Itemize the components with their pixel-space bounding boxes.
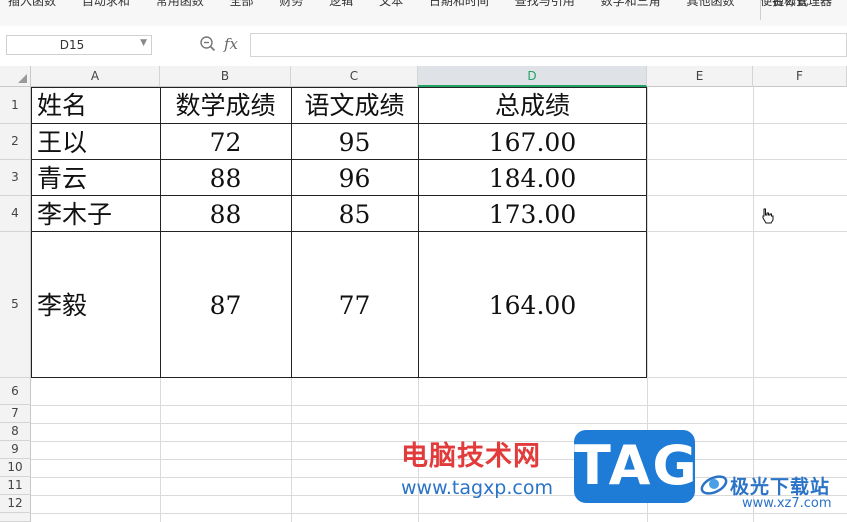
cell-d1[interactable]: 总成绩 [418, 87, 647, 123]
ribbon-all[interactable]: 全部 [230, 0, 254, 9]
cell-a1[interactable]: 姓名 [31, 87, 160, 123]
row-header-8[interactable]: 8 [0, 423, 31, 441]
column-header-c[interactable]: C [291, 66, 418, 87]
cell-a5[interactable]: 李毅 [31, 232, 160, 377]
cell-a2[interactable]: 王以 [31, 124, 160, 159]
ribbon-autosum[interactable]: 自动求和 [82, 0, 130, 9]
row-header-12[interactable]: 12 [0, 495, 31, 513]
row-header-7[interactable]: 7 [0, 405, 31, 423]
column-header-e[interactable]: E [647, 66, 753, 87]
grid-line [647, 377, 847, 378]
formula-input[interactable] [250, 33, 847, 57]
cell-c2[interactable]: 95 [291, 124, 418, 159]
grid-line [647, 231, 847, 232]
grid-line [31, 405, 847, 406]
ribbon-items: 插入函数 自动求和 常用函数 全部 财务 逻辑 文本 日期和时间 查找与引用 数… [8, 0, 830, 9]
grid-line [31, 513, 847, 514]
row-header-11[interactable]: 11 [0, 477, 31, 495]
ribbon-finance[interactable]: 财务 [279, 0, 303, 9]
ribbon-other-functions[interactable]: 其他函数 [686, 0, 734, 9]
cell-a4[interactable]: 李木子 [31, 196, 160, 231]
ribbon-logic[interactable]: 逻辑 [329, 0, 353, 9]
cell-a3[interactable]: 青云 [31, 160, 160, 195]
row-header-6[interactable]: 6 [0, 378, 31, 405]
select-all-corner[interactable] [0, 66, 31, 87]
grid-line [31, 423, 847, 424]
ribbon-date-time[interactable]: 日期和时间 [429, 0, 489, 9]
cell-c3[interactable]: 96 [291, 160, 418, 195]
grid-line [647, 195, 847, 196]
fx-button[interactable]: fx [224, 35, 238, 53]
cell-d3[interactable]: 184.00 [418, 160, 647, 195]
brand-logo-icon [700, 475, 728, 495]
cell-c5[interactable]: 77 [291, 232, 418, 377]
zoom-icon[interactable] [198, 34, 218, 54]
ribbon-name-manager[interactable]: 名称管理器 [772, 0, 832, 9]
row-header-4[interactable]: 4 [0, 196, 31, 232]
ribbon-lookup[interactable]: 查找与引用 [515, 0, 575, 9]
formula-bar: D15 ▼ fx [0, 26, 847, 66]
cell-d4[interactable]: 173.00 [418, 196, 647, 231]
function-ribbon: 插入函数 自动求和 常用函数 全部 财务 逻辑 文本 日期和时间 查找与引用 数… [0, 0, 847, 27]
ribbon-math[interactable]: 数学和三角 [601, 0, 661, 9]
ribbon-common-functions[interactable]: 常用函数 [156, 0, 204, 9]
cell-c1[interactable]: 语文成绩 [291, 87, 418, 123]
name-box-value: D15 [59, 38, 85, 52]
watermark-title: 电脑技术网 [401, 441, 541, 472]
row-header-1[interactable]: 1 [0, 87, 31, 124]
watermark-brand-url: www.xz7.com [742, 496, 832, 511]
row-header-9[interactable]: 9 [0, 441, 31, 459]
row-header-5[interactable]: 5 [0, 232, 31, 378]
cell-d2[interactable]: 167.00 [418, 124, 647, 159]
cell-b2[interactable]: 72 [160, 124, 291, 159]
cell-b3[interactable]: 88 [160, 160, 291, 195]
row-header-2[interactable]: 2 [0, 124, 31, 160]
column-header-b[interactable]: B [160, 66, 291, 87]
watermark-brand: 极光下载站 [730, 476, 831, 498]
tag-logo: TAG [574, 430, 699, 503]
chevron-down-icon[interactable]: ▼ [140, 38, 147, 48]
row-header-3[interactable]: 3 [0, 160, 31, 196]
name-box[interactable]: D15 ▼ [6, 35, 152, 55]
column-header-f[interactable]: F [753, 66, 847, 87]
grid-line [647, 159, 847, 160]
row-header-10[interactable]: 10 [0, 459, 31, 477]
cell-b1[interactable]: 数学成绩 [160, 87, 291, 123]
row-header-13[interactable] [0, 513, 31, 522]
grid-line [753, 87, 754, 522]
tag-logo-text: TAG [574, 434, 699, 497]
ribbon-separator [760, 0, 761, 20]
ribbon-insert-function[interactable]: 插入函数 [8, 0, 56, 9]
select-all-triangle-icon [18, 74, 27, 83]
grid-line [647, 123, 847, 124]
cell-c4[interactable]: 85 [291, 196, 418, 231]
watermark-url: www.tagxp.com [401, 477, 553, 499]
cell-d5[interactable]: 164.00 [418, 232, 647, 377]
cell-b4[interactable]: 88 [160, 196, 291, 231]
column-header-d[interactable]: D [418, 66, 647, 87]
column-header-a[interactable]: A [31, 66, 160, 87]
pointer-cursor-icon [762, 208, 774, 224]
ribbon-text[interactable]: 文本 [379, 0, 403, 9]
cell-b5[interactable]: 87 [160, 232, 291, 377]
